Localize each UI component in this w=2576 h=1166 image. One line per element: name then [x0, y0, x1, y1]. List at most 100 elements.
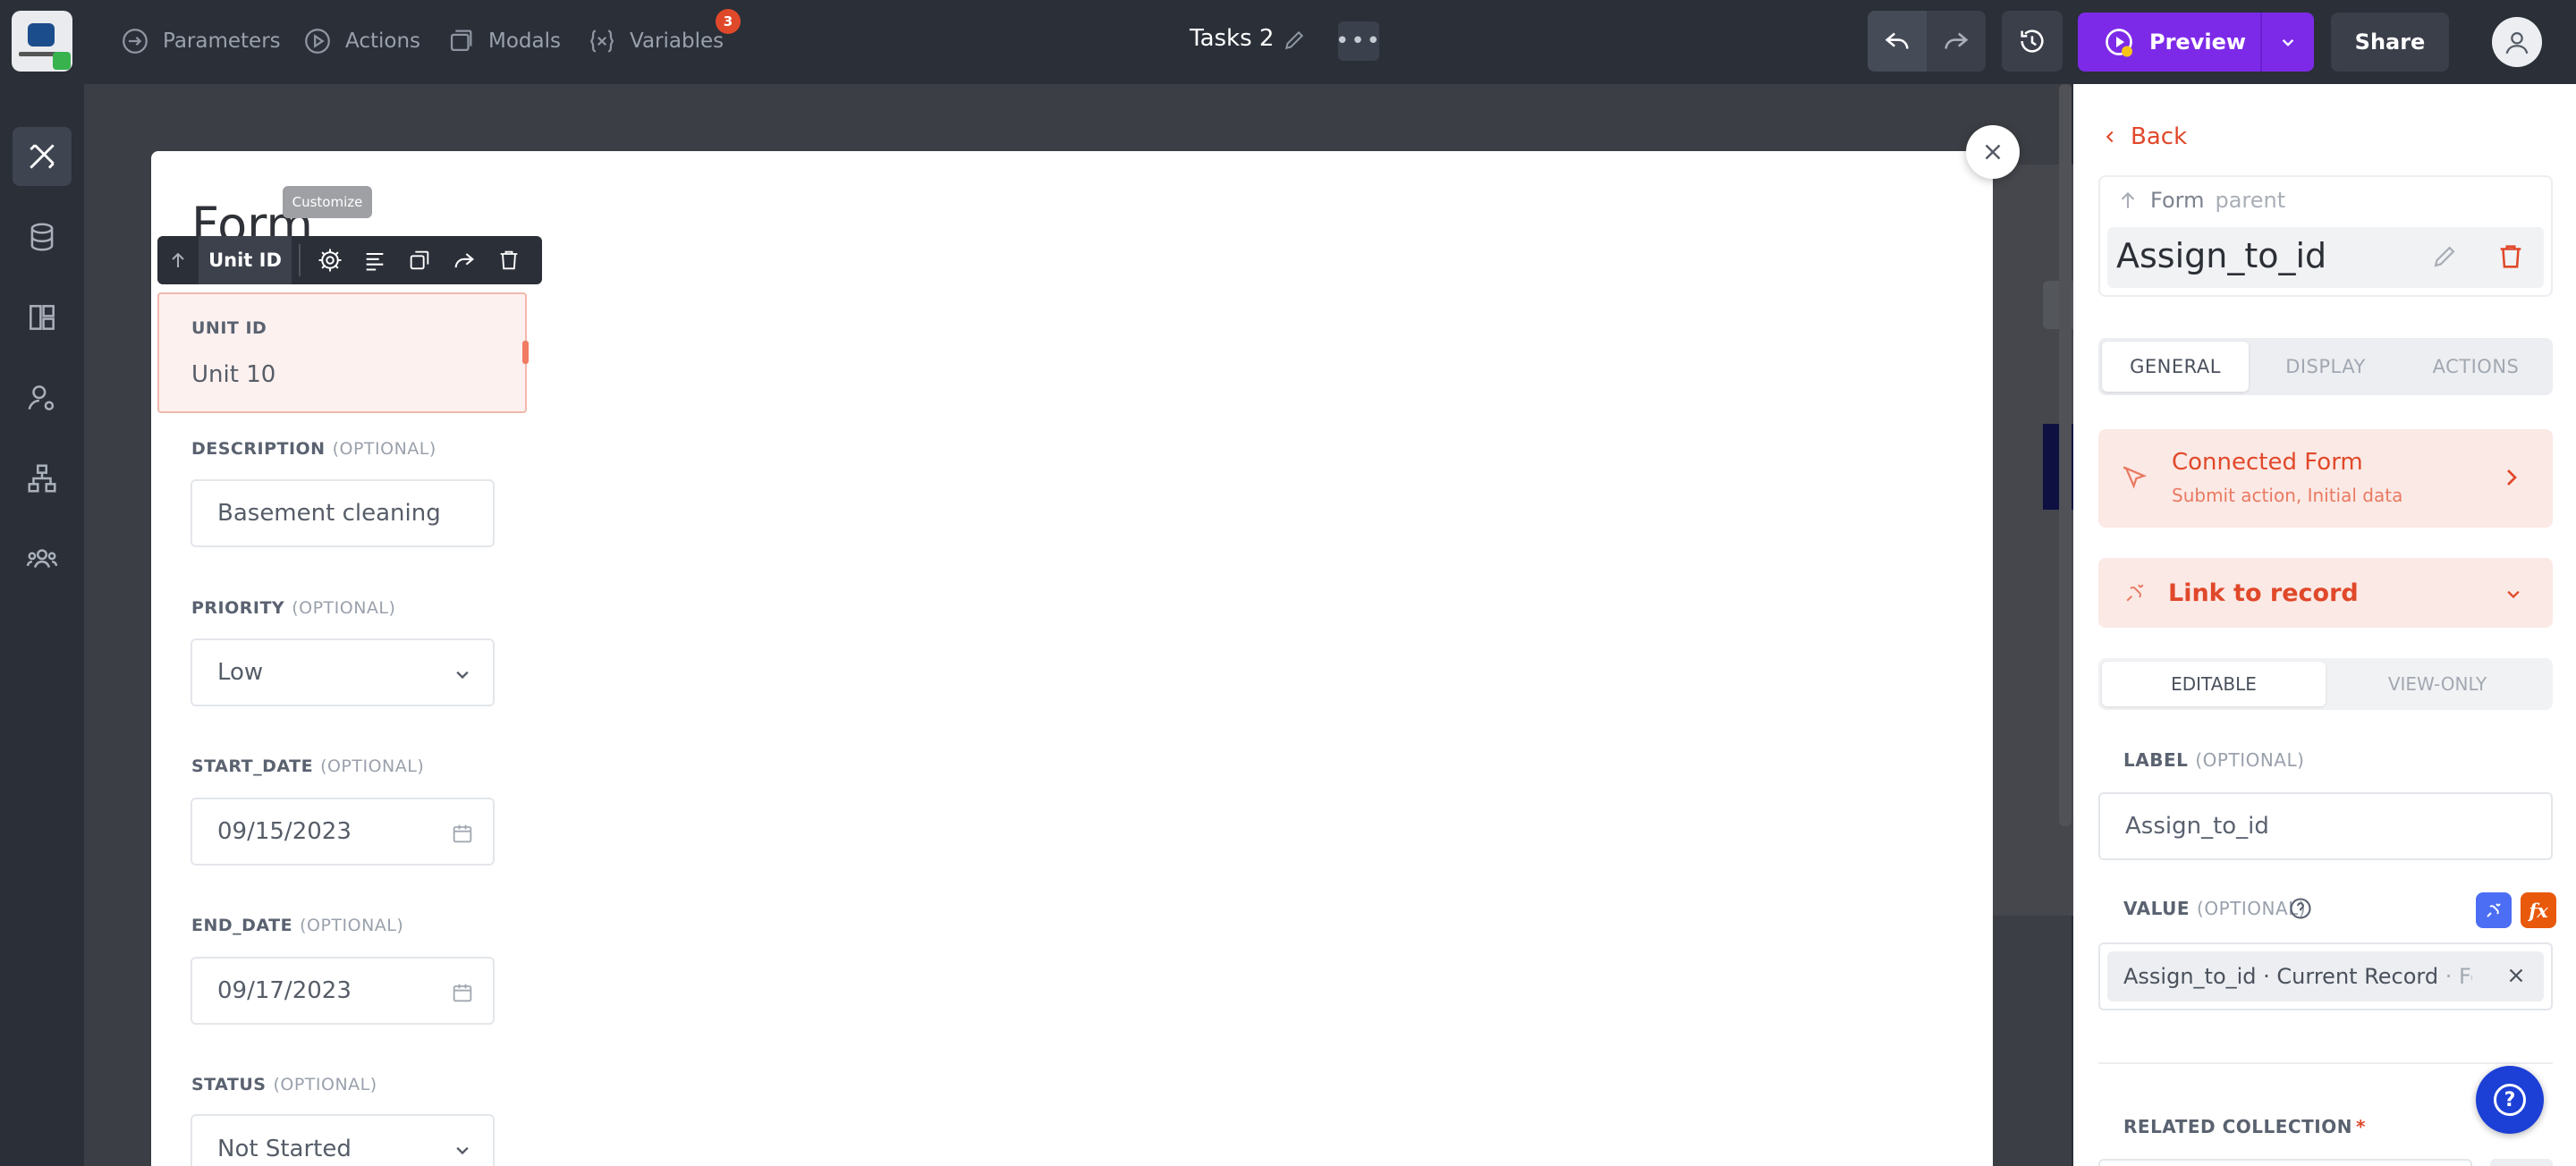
unit-id-value[interactable]: Unit 10 [191, 361, 275, 388]
chevron-down-icon [456, 1146, 469, 1155]
select-parent-button[interactable] [157, 236, 199, 284]
parameters-icon [123, 29, 148, 54]
share-button[interactable]: Share [2331, 13, 2449, 72]
rail-hierarchy[interactable] [13, 449, 72, 508]
priority-select[interactable]: Low [191, 638, 495, 706]
duplicate-button[interactable] [397, 236, 442, 284]
chevron-right-icon [2507, 469, 2517, 486]
end-date-input[interactable]: 09/17/2023 [191, 957, 495, 1025]
resize-handle[interactable] [522, 341, 529, 364]
help-circle-icon[interactable] [2288, 896, 2313, 921]
back-link[interactable]: Back [2100, 123, 2187, 150]
status-select[interactable]: Not Started [191, 1114, 495, 1166]
more-icon: ••• [1335, 28, 1383, 55]
rail-user-settings[interactable] [13, 368, 72, 427]
chevron-down-icon [2507, 590, 2520, 599]
user-icon [2505, 31, 2529, 55]
pencil-icon[interactable] [1281, 27, 1308, 54]
value-text: VALUE [2123, 898, 2190, 919]
label-input[interactable]: Assign_to_id [2098, 792, 2553, 860]
field-label-text: PRIORITY [191, 598, 285, 618]
description-input[interactable]: Basement cleaning [191, 479, 495, 547]
nav-modals[interactable]: Modals [445, 23, 561, 59]
nav-actions[interactable]: Actions [302, 23, 420, 59]
parent-link[interactable]: Form parent [2116, 188, 2285, 213]
version-history-button[interactable] [2002, 11, 2063, 72]
preview-dropdown-button[interactable] [2260, 13, 2314, 72]
delete-element-button[interactable] [487, 236, 531, 284]
start-date-input[interactable]: 09/15/2023 [191, 798, 495, 866]
field-label-description: DESCRIPTION (OPTIONAL) [191, 439, 436, 459]
cursor-icon [2123, 466, 2148, 489]
selected-field-unit-id[interactable] [157, 292, 527, 413]
back-label: Back [2131, 123, 2188, 150]
related-text: RELATED COLLECTION [2123, 1116, 2352, 1137]
redo-icon [1945, 32, 1969, 49]
undo-button[interactable] [1868, 11, 1927, 72]
related-collection-button[interactable] [2490, 1159, 2553, 1166]
related-collection-select[interactable] [2098, 1159, 2472, 1166]
logo-badge [53, 52, 71, 70]
field-label-text: START_DATE [191, 756, 314, 776]
arrow-up-icon [2121, 191, 2135, 208]
tab-general[interactable]: GENERAL [2102, 342, 2249, 392]
field-label-text: END_DATE [191, 916, 293, 935]
formula-button[interactable]: fx [2521, 892, 2556, 928]
field-label-text: STATUS [191, 1075, 267, 1094]
mode-editable[interactable]: EDITABLE [2102, 662, 2326, 706]
app-logo[interactable] [12, 11, 72, 72]
pencil-icon[interactable] [2429, 241, 2460, 272]
date-value: 09/15/2023 [217, 818, 352, 845]
preview-button[interactable]: Preview [2078, 13, 2260, 72]
redo-button[interactable] [1927, 11, 1986, 72]
nav-variables[interactable]: Variables [587, 23, 724, 59]
align-button[interactable] [352, 236, 397, 284]
close-modal-button[interactable] [1966, 125, 2020, 179]
field-label-start-date: START_DATE (OPTIONAL) [191, 756, 424, 776]
left-rail [0, 84, 84, 1166]
avatar[interactable] [2492, 17, 2542, 67]
top-bar: Parameters Actions Modals Variables 3 Ta… [0, 0, 2576, 84]
field-label-end-date: END_DATE (OPTIONAL) [191, 916, 403, 935]
rail-layout[interactable] [13, 288, 72, 347]
value-chip-text: Assign_to_id · Current Record · For... [2123, 964, 2472, 989]
link-record-icon [2126, 584, 2144, 602]
field-label-text: UNIT ID [191, 318, 267, 338]
optional-tag: (OPTIONAL) [332, 439, 436, 459]
copy-icon [410, 250, 429, 270]
optional-tag: (OPTIONAL) [300, 916, 404, 935]
rail-data[interactable] [13, 207, 72, 266]
chevron-left-icon [2106, 131, 2114, 143]
move-button[interactable] [442, 236, 487, 284]
nav-parameters-label: Parameters [163, 30, 281, 53]
nav-actions-label: Actions [345, 30, 421, 53]
select-value: Low [217, 659, 264, 686]
field-label-status: STATUS (OPTIONAL) [191, 1075, 377, 1094]
connected-form-card[interactable] [2098, 429, 2553, 528]
optional-tag: (OPTIONAL) [320, 756, 425, 776]
tab-actions[interactable]: ACTIONS [2402, 342, 2549, 392]
canvas-scrollbar[interactable] [2059, 84, 2072, 826]
connected-form-subtitle: Submit action, Initial data [2172, 485, 2403, 506]
variables-icon [589, 30, 614, 53]
nav-parameters[interactable]: Parameters [120, 23, 281, 59]
bind-data-button[interactable] [2476, 892, 2512, 928]
history-controls [1868, 11, 1986, 72]
rail-users[interactable] [13, 529, 72, 588]
page-title[interactable]: Tasks 2 [1190, 25, 1274, 52]
mode-view-only[interactable]: VIEW-ONLY [2326, 662, 2549, 706]
trash-icon[interactable] [2496, 241, 2526, 272]
preview-play-icon [2106, 29, 2132, 57]
help-button[interactable]: ? [2476, 1066, 2544, 1134]
panel-divider [2098, 1062, 2553, 1064]
calendar-icon [453, 824, 472, 843]
tab-display[interactable]: DISPLAY [2252, 342, 2399, 392]
optional-tag: (OPTIONAL) [2195, 749, 2305, 771]
parent-word: parent [2215, 188, 2286, 213]
nav-modals-label: Modals [488, 30, 561, 53]
related-collection-label: RELATED COLLECTION * [2123, 1116, 2366, 1137]
more-options-button[interactable]: ••• [1335, 21, 1383, 61]
close-icon[interactable] [2504, 964, 2528, 987]
customize-button[interactable] [308, 236, 352, 284]
rail-design[interactable] [13, 127, 72, 186]
